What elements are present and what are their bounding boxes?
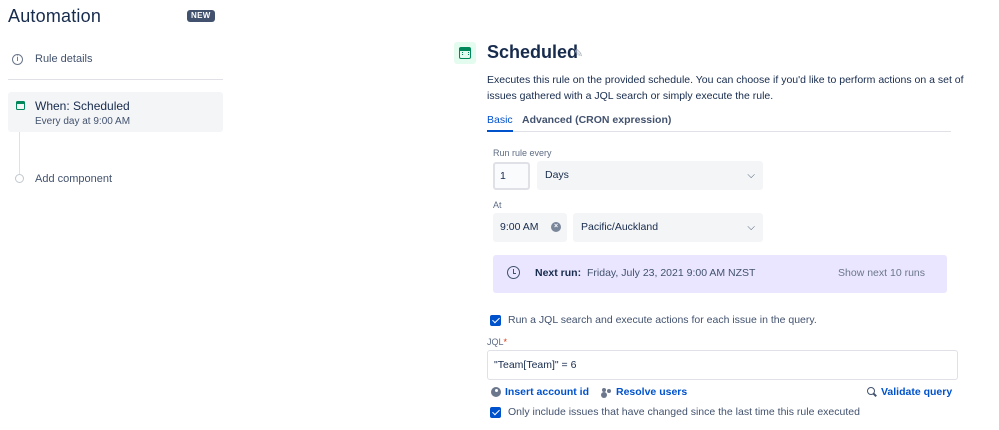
sidebar-divider [8,79,223,80]
jql-label: JQL* [487,337,507,347]
add-component-link[interactable]: Add component [35,173,112,185]
next-run-value: Friday, July 23, 2021 9:00 AM NZST [587,267,756,279]
validate-query-button[interactable]: Validate query [867,386,952,398]
chevron-down-icon: ⌵ [747,222,755,233]
chevron-down-icon: ⌵ [747,170,755,181]
tab-basic[interactable]: Basic [487,114,513,132]
person-icon [491,387,501,397]
jql-input[interactable]: "Team[Team]" = 6 [487,350,958,380]
jql-search-checkbox[interactable] [490,315,501,326]
app-title: Automation [8,6,102,26]
time-select[interactable]: 9:00 AM × [493,213,567,242]
edit-pencil-icon[interactable]: ✎ [574,47,583,60]
clock-icon [507,266,520,279]
trigger-card[interactable]: When: Scheduled Every day at 9:00 AM [8,92,223,132]
new-badge: NEW [187,10,215,22]
run-every-unit-value: Days [545,169,569,181]
page-title: Scheduled [487,42,579,62]
run-every-unit-select[interactable]: Days ⌵ [537,161,763,190]
tab-advanced-cron[interactable]: Advanced (CRON expression) [522,114,671,126]
at-label: At [493,200,502,210]
search-icon [867,387,877,397]
only-changed-checkbox[interactable] [490,407,501,418]
required-mark: * [503,337,508,347]
rule-details-link[interactable]: i Rule details [12,53,92,65]
resolve-users-button[interactable]: Resolve users [602,386,687,398]
only-changed-checkbox-label: Only include issues that have changed si… [508,406,860,418]
resolve-users-label: Resolve users [616,386,688,398]
next-run-label: Next run: [535,267,582,279]
schedule-tabs: Basic Advanced (CRON expression) [487,113,951,132]
info-icon: i [12,53,23,65]
timeline-connector [19,132,20,174]
calendar-icon [459,47,471,59]
time-value: 9:00 AM [500,221,539,233]
people-icon [602,387,612,397]
rule-details-label: Rule details [35,53,93,65]
next-run-panel: Next run: Friday, July 23, 2021 9:00 AM … [493,255,947,293]
insert-account-id-label: Insert account id [505,386,590,398]
calendar-icon [16,101,25,110]
scheduled-icon-box [454,42,476,64]
timezone-value: Pacific/Auckland [581,221,659,233]
jql-label-text: JQL [487,337,504,347]
rule-description: Executes this rule on the provided sched… [487,74,964,102]
trigger-subtitle: Every day at 9:00 AM [35,116,131,127]
add-component-dot-icon [15,174,24,183]
jql-search-checkbox-label: Run a JQL search and execute actions for… [508,314,817,326]
timezone-select[interactable]: Pacific/Auckland ⌵ [573,213,763,242]
show-next-runs-button[interactable]: Show next 10 runs [838,267,925,279]
trigger-title: When: Scheduled [35,99,130,113]
validate-query-label: Validate query [881,386,953,398]
run-every-label: Run rule every [493,148,552,158]
clear-icon[interactable]: × [551,222,561,232]
run-every-value-input[interactable]: 1 [493,162,530,190]
insert-account-id-button[interactable]: Insert account id [491,386,589,398]
